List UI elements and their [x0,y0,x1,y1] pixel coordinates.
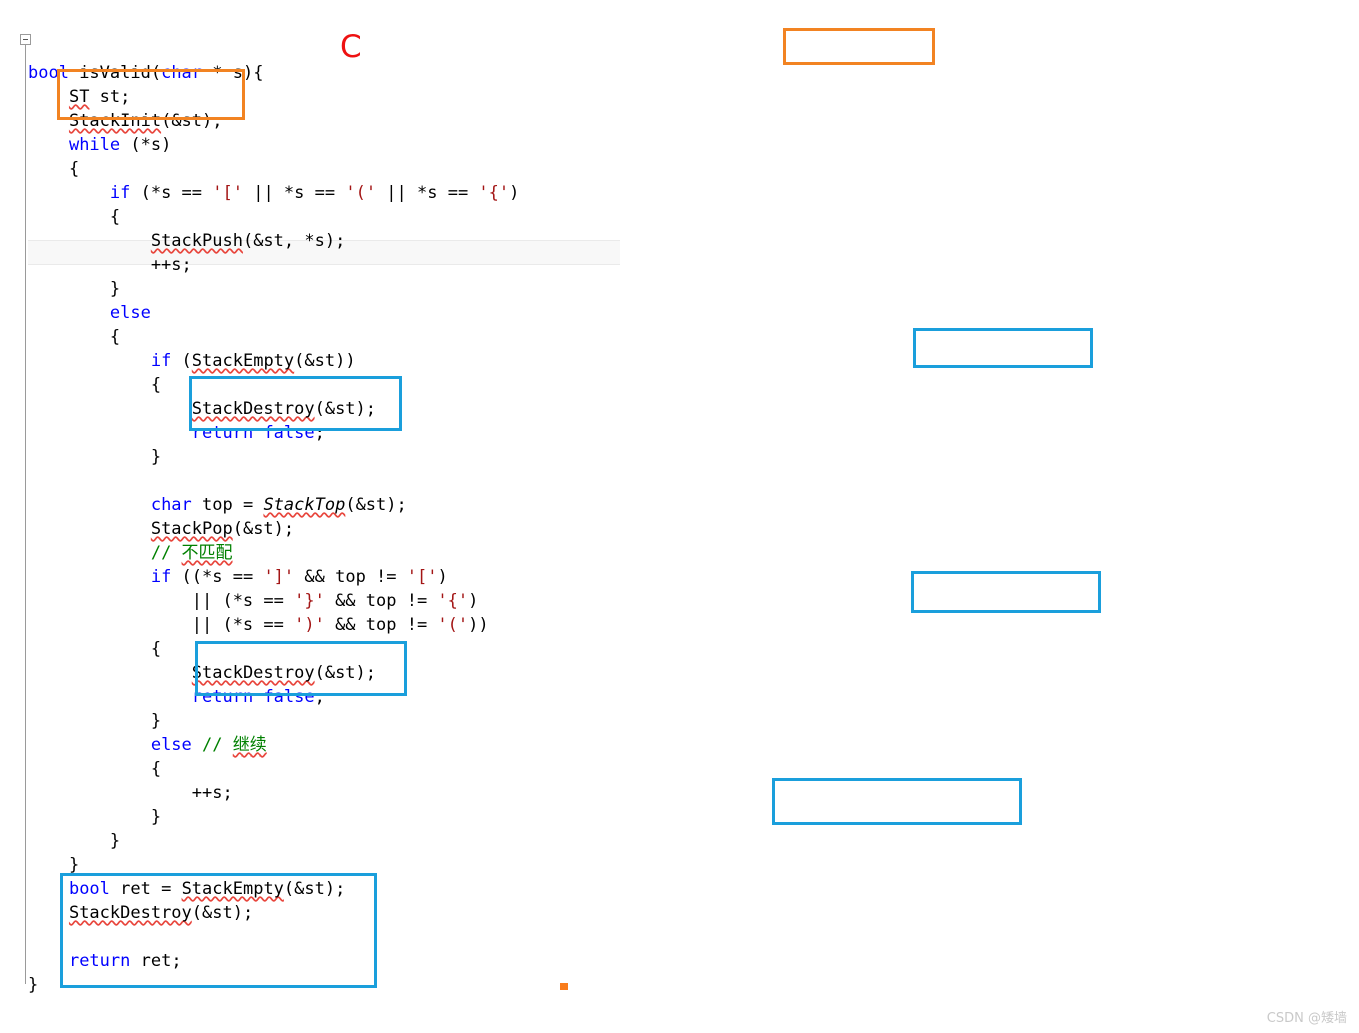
orange-marker-dot [560,983,568,990]
annotation-box-c-destroy-1 [189,376,402,431]
annotation-box-cpp-return-2 [911,571,1101,613]
indent-guide-line-c [25,44,26,984]
annotation-box-c-init [57,69,245,120]
panel-label-c: C [340,29,362,65]
annotation-box-cpp-return-1 [913,328,1093,368]
annotation-box-cpp-ctor [783,28,935,65]
annotation-box-c-destroy-2 [195,641,407,696]
code-panel-c: bool isValid(char * s){ ST st; StackInit… [0,0,728,1033]
annotation-box-cpp-return-empty [772,778,1022,825]
code-panel-cpp: bool isValid(char * s){ Stack st(4); whi… [731,0,1359,1033]
code-fold-toggle-c[interactable] [20,34,31,45]
annotation-box-c-cleanup [60,873,377,988]
code-block-c[interactable]: bool isValid(char * s){ ST st; StackInit… [28,61,519,997]
csdn-watermark: CSDN @矮墙 [1266,1011,1347,1026]
